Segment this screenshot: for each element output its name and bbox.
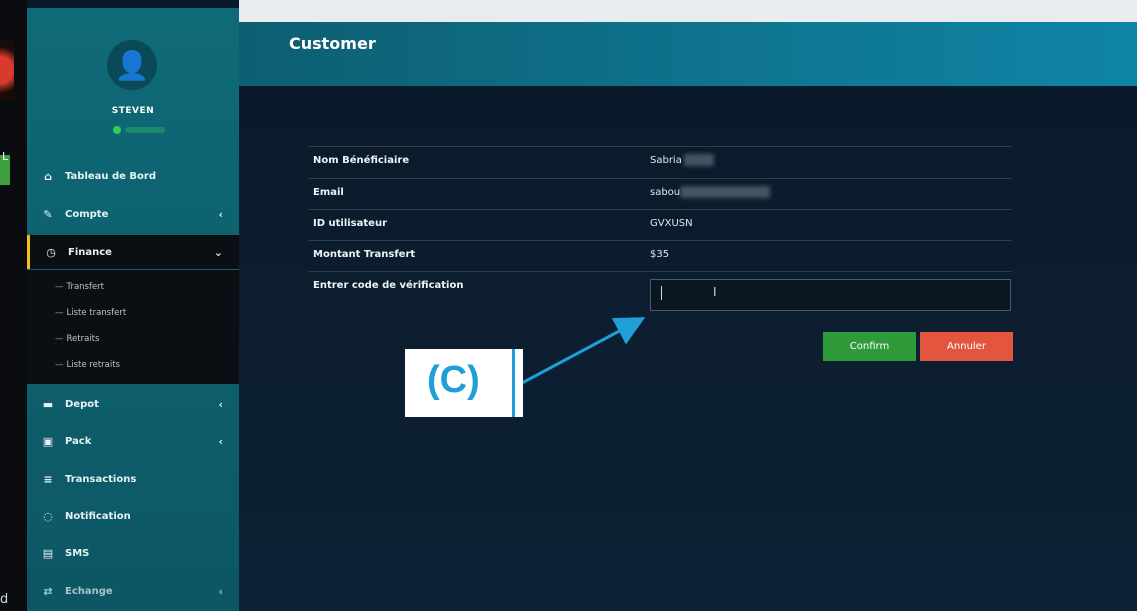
- annotation-bar: [512, 349, 515, 417]
- annotation-callout: (C): [405, 349, 523, 417]
- annotation-label: (C): [427, 359, 480, 401]
- annotation-arrow: [521, 317, 646, 385]
